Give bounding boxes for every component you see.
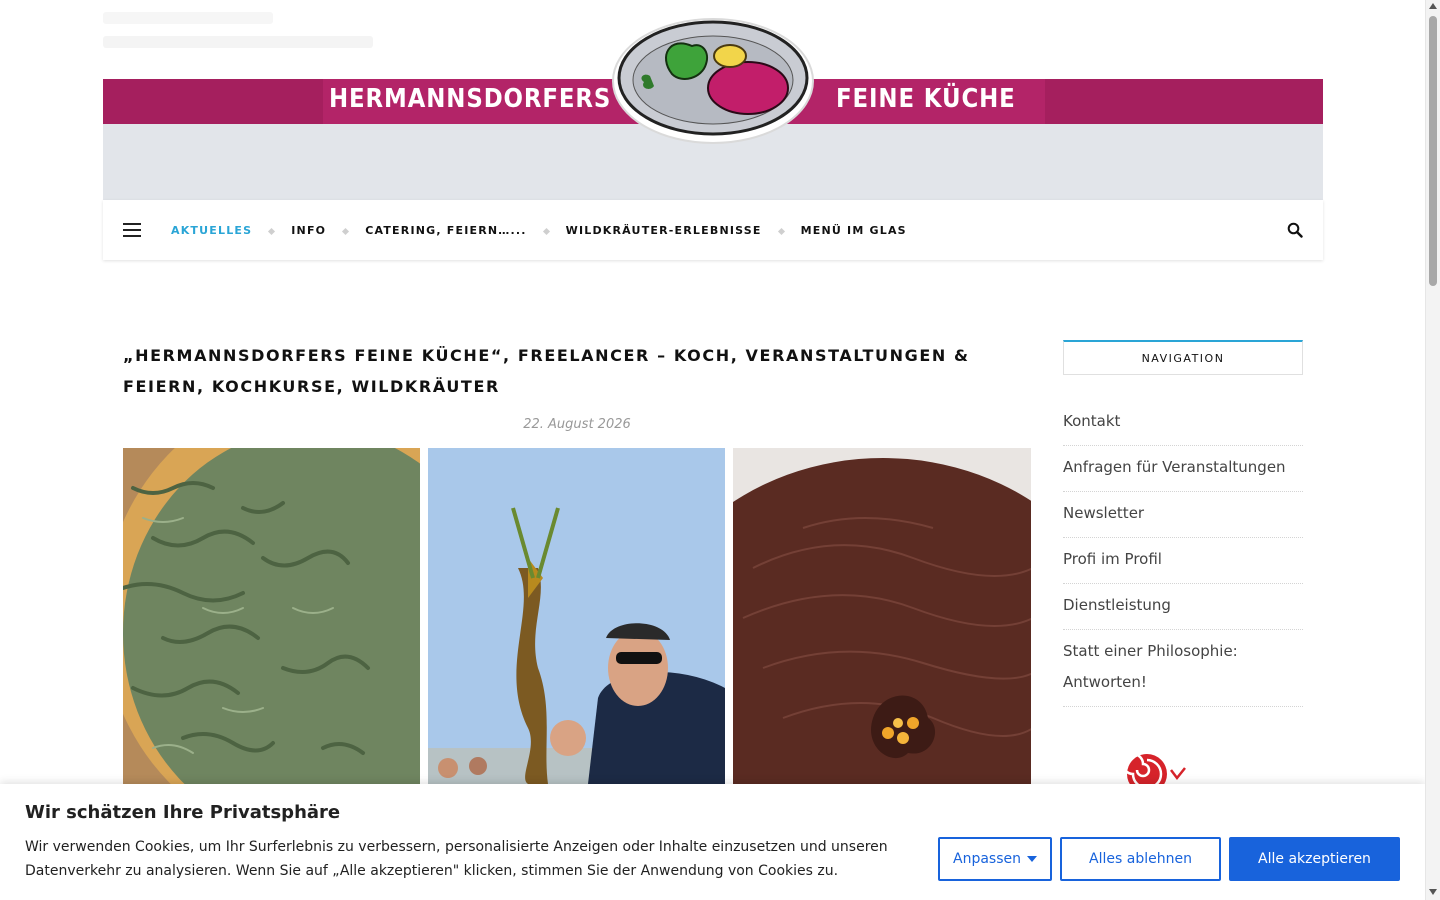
nav-separator [268, 227, 276, 235]
nav-item-menue-im-glas[interactable]: MENÜ IM GLAS [801, 224, 907, 237]
slow-food-snail-icon[interactable] [1125, 748, 1205, 788]
sidebar-widget-title: NAVIGATION [1063, 340, 1303, 375]
nav-item-aktuelles[interactable]: AKTUELLES [171, 224, 252, 237]
nav-item-info[interactable]: INFO [291, 224, 326, 237]
logo-plate-icon[interactable] [610, 16, 816, 146]
menu-icon[interactable] [123, 223, 141, 237]
scroll-up-arrow-icon[interactable] [1429, 3, 1437, 9]
brand-name-right: FEINE KÜCHE [836, 84, 1016, 114]
scrollbar-thumb[interactable] [1429, 16, 1437, 286]
header-banner[interactable]: HERMANNSDORFERS FEINE KÜCHE [103, 0, 1323, 200]
sidebar-link-philosophie[interactable]: Statt einer Philosophie: Antworten! [1063, 630, 1303, 707]
customize-button[interactable]: Anpassen [938, 837, 1052, 881]
post-date: 22. August 2026 [523, 417, 631, 432]
scroll-down-arrow-icon[interactable] [1429, 889, 1437, 895]
sidebar-link-kontakt[interactable]: Kontakt [1063, 400, 1303, 446]
cookie-title: Wir schätzen Ihre Privatsphäre [25, 802, 341, 823]
sidebar-link-profi-im-profil[interactable]: Profi im Profil [1063, 538, 1303, 584]
main-navigation: AKTUELLES INFO CATERING, FEIERN…... WILD… [103, 200, 1323, 260]
sidebar-link-dienstleistung[interactable]: Dienstleistung [1063, 584, 1303, 630]
nav-item-wildkraeuter[interactable]: WILDKRÄUTER-ERLEBNISSE [566, 224, 762, 237]
post-image-chocolate-cake[interactable] [733, 448, 1031, 784]
nav-separator [342, 227, 350, 235]
cookie-consent-banner: Wir schätzen Ihre Privatsphäre Wir verwe… [0, 784, 1425, 900]
caret-down-icon [1027, 856, 1037, 862]
page-scrollbar[interactable] [1425, 0, 1440, 900]
nav-separator [777, 227, 785, 235]
accept-all-button[interactable]: Alle akzeptieren [1229, 837, 1400, 881]
brand-name-left: HERMANNSDORFERS [329, 84, 612, 114]
reject-all-button[interactable]: Alles ablehnen [1060, 837, 1221, 881]
nav-separator [542, 227, 550, 235]
post-image-spaetzle[interactable] [123, 448, 420, 784]
cookie-description: Wir verwenden Cookies, um Ihr Surferlebn… [25, 839, 888, 879]
sidebar-navigation-list: Kontakt Anfragen für Veranstaltungen New… [1063, 400, 1303, 707]
sidebar-link-newsletter[interactable]: Newsletter [1063, 492, 1303, 538]
nav-item-catering[interactable]: CATERING, FEIERN…... [365, 224, 526, 237]
search-icon[interactable] [1287, 222, 1303, 238]
customize-button-label: Anpassen [953, 851, 1021, 867]
post-title[interactable]: „HERMANNSDORFERS FEINE KÜCHE“, FREELANCE… [123, 340, 1023, 402]
sidebar-link-anfragen[interactable]: Anfragen für Veranstaltungen [1063, 446, 1303, 492]
post-image-seaweed-man[interactable] [428, 448, 725, 784]
